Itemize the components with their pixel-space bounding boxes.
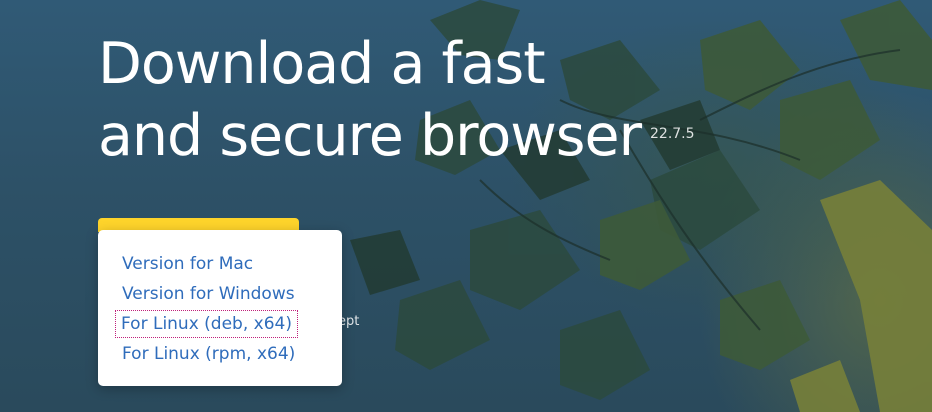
headline-line-1: Download a fast — [98, 31, 546, 97]
headline-line-2: and secure browser — [98, 103, 642, 169]
menu-item-linux-rpm[interactable]: For Linux (rpm, x64) — [122, 339, 342, 369]
menu-item-linux-deb[interactable]: For Linux (deb, x64) — [115, 310, 298, 338]
page-headline: Download a fast and secure browser — [98, 28, 642, 172]
menu-item-mac[interactable]: Version for Mac — [122, 249, 342, 279]
version-number: 22.7.5 — [650, 126, 695, 142]
hero-background: Download a fast and secure browser 22.7.… — [0, 0, 932, 412]
menu-item-windows[interactable]: Version for Windows — [122, 279, 342, 309]
download-options-dropdown: Version for Mac Version for Windows For … — [98, 230, 342, 386]
